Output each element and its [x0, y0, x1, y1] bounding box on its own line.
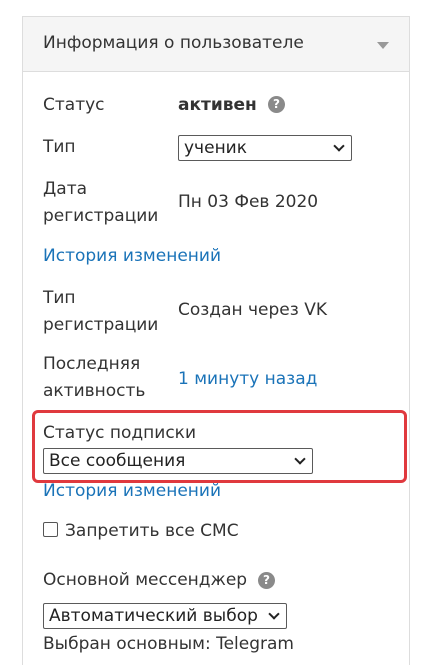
- subscription-select[interactable]: Все сообщения: [43, 448, 313, 474]
- subscription-select-value: Все сообщения: [49, 451, 186, 471]
- chevron-down-icon: [333, 140, 345, 152]
- panel-header[interactable]: Информация о пользователе: [23, 17, 409, 72]
- reg-date-label-line1: Дата: [43, 179, 88, 199]
- collapse-caret-icon[interactable]: [377, 42, 389, 49]
- help-icon[interactable]: ?: [268, 96, 285, 113]
- sms-ban-label[interactable]: Запретить все СМС: [65, 518, 239, 545]
- chevron-down-icon: [294, 453, 306, 465]
- reg-date-label-line2: регистрации: [43, 206, 159, 226]
- messenger-label: Основной мессенджер: [43, 570, 248, 590]
- last-active-label-line1: Последняя: [43, 354, 141, 374]
- messenger-select[interactable]: Автоматический выбор: [43, 603, 287, 629]
- subscription-label: Статус подписки: [43, 423, 196, 443]
- messenger-select-value: Автоматический выбор: [49, 606, 258, 626]
- chevron-down-icon: [268, 608, 280, 620]
- status-label: Статус: [43, 95, 105, 115]
- sms-ban-checkbox[interactable]: [43, 522, 58, 537]
- reg-date-value: Пн 03 Фев 2020: [178, 192, 319, 212]
- last-active-label-line2: активность: [43, 381, 146, 401]
- messenger-selected-text: Выбран основным: Telegram: [43, 634, 294, 654]
- panel-title: Информация о пользователе: [43, 33, 304, 53]
- reg-type-value: Создан через VK: [178, 300, 327, 320]
- last-active-value[interactable]: 1 минуту назад: [178, 366, 317, 393]
- history-link[interactable]: История изменений: [43, 243, 221, 270]
- type-select[interactable]: ученик: [178, 135, 352, 161]
- reg-type-label-line1: Тип: [43, 288, 76, 308]
- reg-type-label-line2: регистрации: [43, 315, 159, 335]
- type-label: Тип: [43, 137, 76, 157]
- subscription-history-link[interactable]: История изменений: [43, 478, 221, 505]
- status-value: активен: [178, 95, 257, 115]
- help-icon[interactable]: ?: [258, 572, 275, 589]
- type-select-value: ученик: [184, 138, 247, 158]
